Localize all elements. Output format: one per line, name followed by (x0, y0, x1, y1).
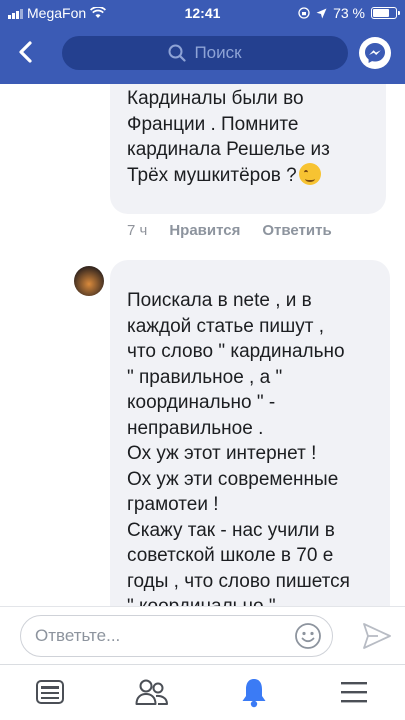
chevron-left-icon (19, 41, 32, 63)
news-feed-icon (36, 680, 64, 704)
location-arrow-icon (316, 8, 327, 18)
comment-text-line: " правильное , а " (127, 366, 283, 388)
top-bar: MegaFon 12:41 73 % Поиск (0, 0, 405, 84)
tab-friends[interactable] (134, 675, 170, 709)
comment-text-line: годы , что слово пишется (127, 570, 350, 592)
search-input[interactable]: Поиск (62, 36, 348, 70)
tab-menu[interactable] (336, 675, 372, 709)
comment-text-line: неправильное . (127, 417, 264, 439)
back-button[interactable] (8, 34, 44, 70)
comment-text-fragment: Трёх мушкитёров ? (127, 164, 297, 186)
comment-text-line: Кардиналы были во (127, 88, 304, 109)
battery-level (373, 9, 390, 17)
rotation-lock-icon (298, 7, 310, 19)
comment-time: 7 ч (127, 222, 148, 239)
reply-composer: Ответьте... (0, 606, 405, 664)
winking-face-icon (298, 162, 321, 185)
bottom-tab-bar (0, 664, 405, 720)
emoji-picker-icon[interactable] (294, 622, 322, 650)
comment-text-line: кардинала Решелье из (127, 139, 330, 160)
reply-link[interactable]: Ответить (262, 222, 331, 239)
comment-text-line: Поискала в nete , и в (127, 290, 312, 311)
comment-bubble: Кардиналы были во Франции . Помните кард… (110, 84, 386, 214)
comment-actions: 7 ч Нравится Ответить (127, 222, 332, 239)
comment-text-line: грамотеи ! (127, 494, 219, 515)
send-icon[interactable] (361, 621, 393, 651)
reply-input[interactable]: Ответьте... (20, 615, 333, 657)
search-icon (168, 44, 187, 62)
avatar[interactable] (74, 266, 104, 296)
comment-bubble: Поискала в nete , и в каждой статье пишу… (110, 260, 390, 606)
friends-icon (135, 679, 168, 705)
comment-text-line: Трёх мушкитёров ? (127, 162, 376, 189)
battery-icon (371, 7, 400, 19)
tab-notifications[interactable] (236, 675, 272, 709)
comment-text-line: Скажу так - нас учили в (127, 519, 335, 541)
comment-text-line: советской школе в 70 е (127, 545, 334, 566)
comment-text-line: Ох уж этот интернет ! (127, 443, 317, 464)
comments-thread[interactable]: Кардиналы были во Франции . Помните кард… (0, 84, 405, 606)
reply-placeholder: Ответьте... (35, 626, 121, 645)
battery-percent: 73 % (333, 5, 365, 21)
comment-text-line: Ох уж эти современные (127, 468, 339, 490)
bell-icon (242, 679, 266, 708)
search-placeholder: Поиск (194, 43, 242, 62)
messenger-button[interactable] (359, 37, 391, 69)
status-right: 73 % (298, 5, 400, 21)
comment-text-line: каждой статье пишут , (127, 315, 325, 337)
comment-text-line: " координально " (127, 594, 380, 606)
comment-text-line: что слово " кардинально (127, 341, 345, 362)
messenger-icon (365, 43, 385, 63)
hamburger-menu-icon (341, 682, 367, 703)
comment-text-line: Франции . Помните (127, 113, 299, 135)
comment-text-line: координально " - (127, 392, 276, 413)
tab-news-feed[interactable] (32, 675, 68, 709)
status-bar: MegaFon 12:41 73 % (0, 0, 405, 26)
like-link[interactable]: Нравится (169, 222, 240, 239)
